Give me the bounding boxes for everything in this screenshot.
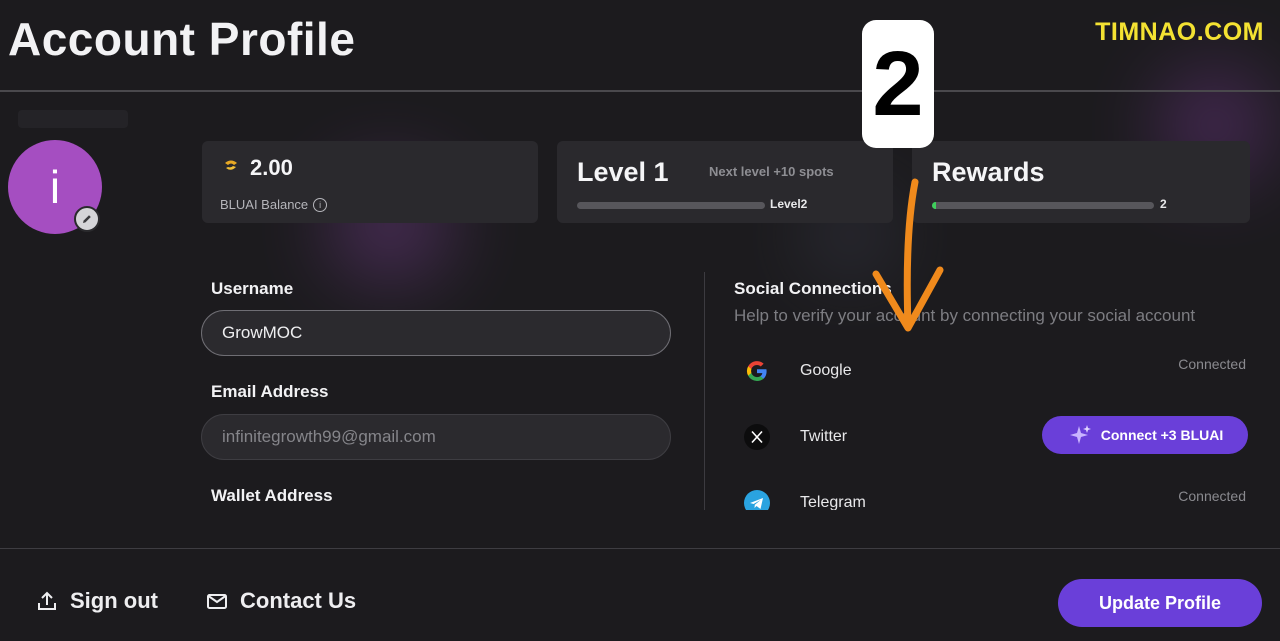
watermark: TIMNAO.COM xyxy=(1095,18,1264,46)
telegram-icon xyxy=(744,490,770,510)
footer-divider xyxy=(0,548,1280,549)
balance-card: 2.00 BLUAI Balance i xyxy=(202,141,538,223)
sparkle-icon xyxy=(1069,425,1091,444)
email-input[interactable] xyxy=(201,414,671,460)
connect-button-label: Connect +3 BLUAI xyxy=(1100,427,1224,443)
pencil-icon xyxy=(83,215,91,223)
social-list: Google Connected Twitter Connect +3 BLUA… xyxy=(734,350,1254,510)
mail-icon xyxy=(207,594,227,609)
level-card: Level 1 Next level +10 spots Level2 xyxy=(557,141,893,223)
level-progress-bar xyxy=(577,202,765,209)
username-label: Username xyxy=(211,279,294,298)
rewards-card: Rewards 2 xyxy=(912,141,1250,223)
connect-twitter-button[interactable]: Connect +3 BLUAI xyxy=(1042,416,1248,454)
contact-us-button[interactable]: Contact Us xyxy=(206,588,356,614)
avatar-initial: i xyxy=(49,161,61,213)
social-item-twitter: Twitter Connect +3 BLUAI xyxy=(734,416,1250,456)
wallet-label: Wallet Address xyxy=(211,486,333,505)
level-title: Level 1 xyxy=(577,157,669,187)
update-profile-button[interactable]: Update Profile xyxy=(1058,579,1262,627)
upload-icon xyxy=(38,591,56,610)
email-label: Email Address xyxy=(211,382,329,401)
page-title: Account Profile xyxy=(8,13,356,65)
social-item-telegram: Telegram Connected xyxy=(734,482,1250,510)
x-icon xyxy=(744,424,770,450)
title-divider xyxy=(0,90,1280,92)
google-icon xyxy=(744,358,770,384)
balance-label: BLUAI Balance i xyxy=(220,197,328,212)
contact-us-label: Contact Us xyxy=(240,588,357,613)
info-icon[interactable]: i xyxy=(313,197,328,212)
username-input[interactable] xyxy=(201,310,671,356)
next-level-label: Level2 xyxy=(770,197,808,211)
rewards-progress-bar xyxy=(932,202,1154,209)
bluai-coin-icon xyxy=(225,160,237,170)
column-divider xyxy=(704,272,705,510)
twitter-label: Twitter xyxy=(800,428,848,445)
next-level-info: Next level +10 spots xyxy=(709,164,834,179)
balance-value: 2.00 xyxy=(250,155,293,180)
google-status: Connected xyxy=(1178,356,1246,372)
annotation-arrow-icon xyxy=(872,178,944,332)
telegram-label: Telegram xyxy=(800,494,866,510)
social-subtitle: Help to verify your account by connectin… xyxy=(734,306,1196,325)
annotation-number: 2 xyxy=(862,20,934,148)
sign-out-label: Sign out xyxy=(70,588,158,613)
balance-label-text: BLUAI Balance xyxy=(220,197,309,212)
telegram-status: Connected xyxy=(1178,488,1246,504)
rewards-count: 2 xyxy=(1160,197,1167,211)
google-label: Google xyxy=(800,362,852,379)
blurred-label xyxy=(18,110,128,128)
social-item-google: Google Connected xyxy=(734,350,1250,390)
edit-avatar-button[interactable] xyxy=(74,206,100,232)
sign-out-button[interactable]: Sign out xyxy=(36,588,158,614)
